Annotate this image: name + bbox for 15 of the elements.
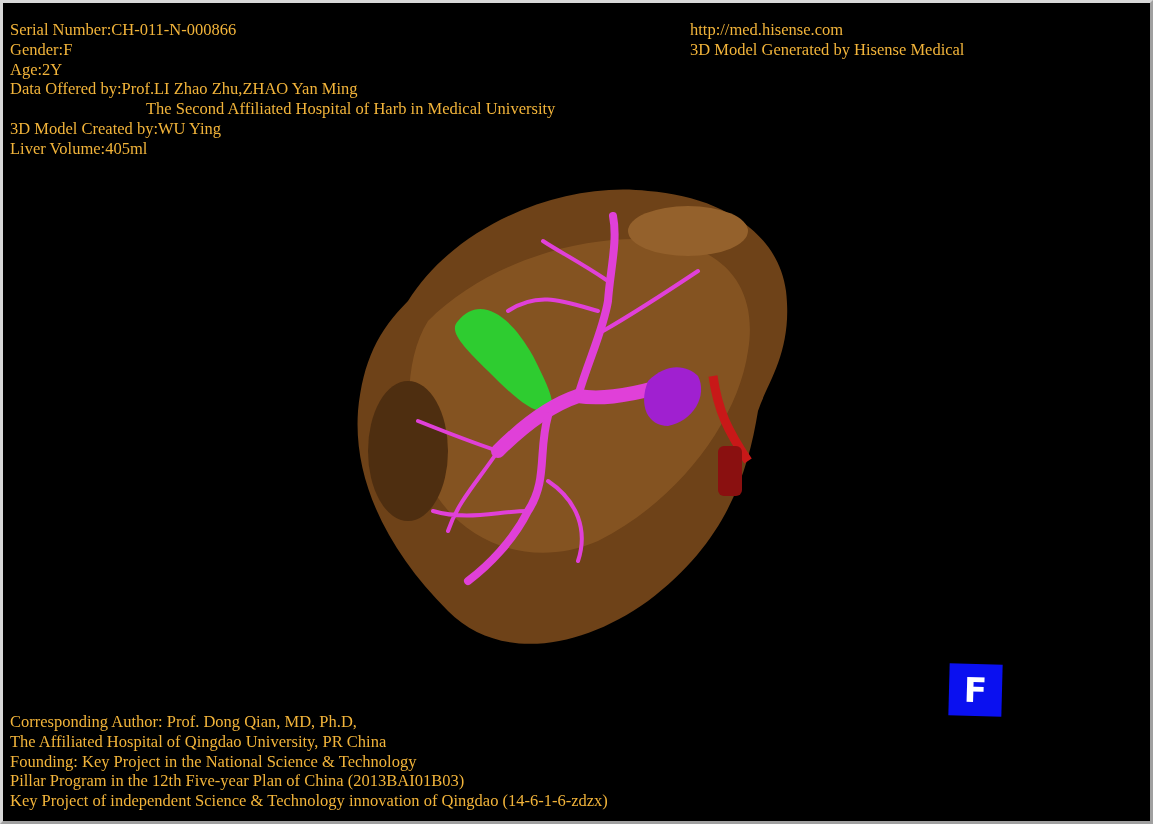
- orientation-cube: F: [948, 663, 1003, 717]
- case-info-line: Data Offered by:Prof.LI Zhao Zhu,ZHAO Yan Ming: [10, 79, 359, 100]
- case-info-line: Gender:F: [10, 39, 74, 60]
- generator-credit: 3D Model Generated by Hisense Medical: [690, 39, 966, 60]
- credit-line: Pillar Program in the 12th Five-year Plan of China (2013BAI01B03): [10, 771, 466, 792]
- credit-line: The Affiliated Hospital of Qingdao University, PR China: [10, 731, 388, 752]
- case-info-line: 3D Model Created by:WU Ying: [10, 119, 223, 139]
- case-info-line: Age:2Y: [10, 59, 64, 80]
- case-info-line: Liver Volume:405ml: [10, 138, 149, 159]
- case-info-line: Serial Number:CH-011-N-000866: [10, 20, 238, 40]
- hospital-name: The Second Affiliated Hospital of Harb in Medical University: [145, 99, 556, 119]
- credit-line: Corresponding Author: Prof. Dong Qian, MD, Ph.D,: [10, 712, 358, 732]
- website-url: http://med.hisense.com: [690, 20, 845, 40]
- credit-line: Founding: Key Project in the National Science & Technology: [10, 751, 418, 772]
- credit-line: Key Project of independent Science & Technology innovation of Qingdao (14-6-1-6-zdzx): [10, 791, 608, 811]
